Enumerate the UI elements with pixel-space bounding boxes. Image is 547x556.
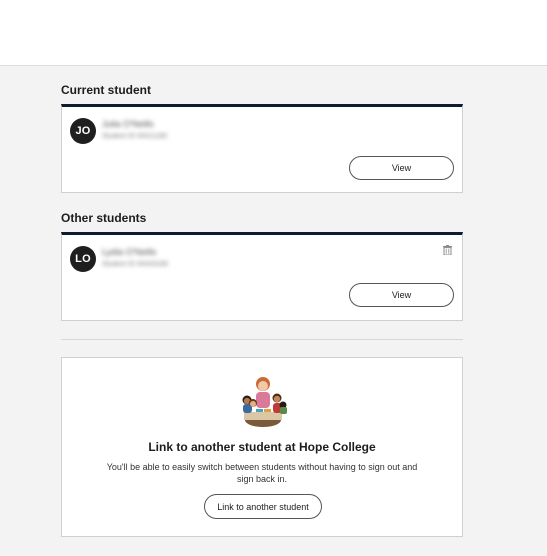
promo-description: You'll be able to easily switch between … xyxy=(106,462,418,484)
link-another-student-button[interactable]: Link to another student xyxy=(204,494,322,519)
link-student-card: Link to another student at Hope College … xyxy=(61,357,463,537)
student-name: Julia O'Neills xyxy=(102,119,154,129)
top-bar xyxy=(0,0,547,66)
student-id: Student ID 00411180 xyxy=(102,133,168,140)
view-button[interactable]: View xyxy=(349,156,454,180)
view-button[interactable]: View xyxy=(349,283,454,307)
other-students-heading: Other students xyxy=(61,211,147,225)
avatar: LO xyxy=(70,246,96,272)
students-illustration xyxy=(242,377,287,427)
current-student-heading: Current student xyxy=(61,83,151,97)
trash-icon[interactable] xyxy=(443,245,452,255)
section-divider xyxy=(61,339,463,340)
avatar: JO xyxy=(70,118,96,144)
other-student-card: LO Lydia O'Neills Student ID 00433180 Vi… xyxy=(61,232,463,321)
student-id: Student ID 00433180 xyxy=(102,261,169,268)
student-name: Lydia O'Neills xyxy=(102,247,157,257)
current-student-card: JO Julia O'Neills Student ID 00411180 Vi… xyxy=(61,104,463,193)
promo-title: Link to another student at Hope College xyxy=(148,440,376,454)
